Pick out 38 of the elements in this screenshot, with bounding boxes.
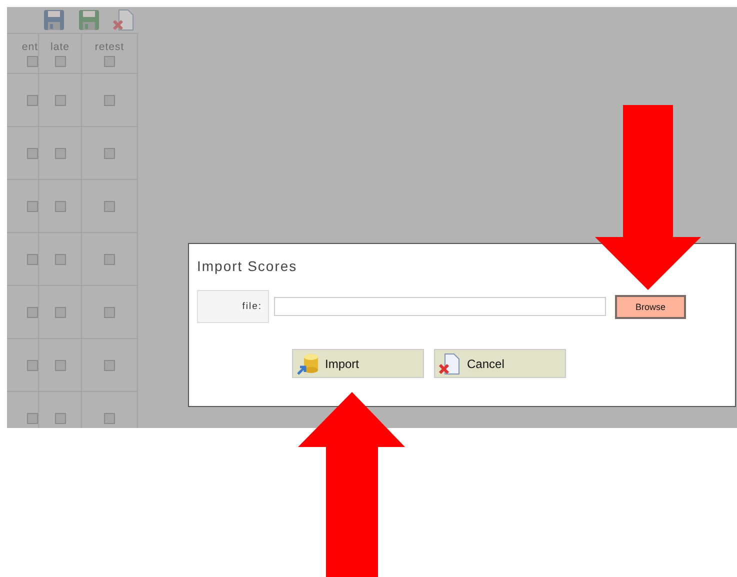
checkbox[interactable]	[27, 56, 38, 66]
checkbox[interactable]	[27, 360, 38, 370]
checkbox[interactable]	[27, 306, 38, 318]
checkbox[interactable]	[54, 148, 66, 158]
delete-document-icon	[439, 352, 461, 374]
checkbox[interactable]	[104, 254, 115, 264]
checkbox[interactable]	[104, 56, 115, 66]
file-input-field[interactable]	[274, 297, 606, 316]
database-import-icon	[297, 352, 319, 374]
checkbox[interactable]	[54, 254, 66, 264]
save-icon[interactable]	[78, 9, 100, 31]
checkbox[interactable]	[104, 200, 115, 212]
column-header: ent	[22, 40, 38, 52]
delete-document-icon[interactable]	[113, 9, 135, 31]
checkbox[interactable]	[54, 360, 66, 370]
column-header: retest	[94, 40, 124, 52]
checkbox[interactable]	[27, 94, 38, 106]
field-label: file:	[197, 290, 269, 323]
checkbox[interactable]	[27, 254, 38, 264]
checkbox[interactable]	[104, 148, 115, 158]
checkbox[interactable]	[54, 94, 66, 106]
checkbox[interactable]	[54, 56, 66, 66]
cancel-button[interactable]: Cancel	[434, 349, 566, 378]
checkbox[interactable]	[54, 412, 66, 424]
checkbox[interactable]	[27, 412, 38, 424]
checkbox[interactable]	[104, 360, 115, 370]
checkbox[interactable]	[54, 306, 66, 318]
browse-button[interactable]: Browse	[615, 294, 686, 318]
save-icon[interactable]	[43, 9, 65, 31]
checkbox[interactable]	[54, 200, 66, 212]
checkbox[interactable]	[104, 306, 115, 318]
import-button[interactable]: Import	[292, 349, 424, 378]
checkbox[interactable]	[27, 148, 38, 158]
column-header: late	[50, 40, 70, 52]
checkbox[interactable]	[27, 200, 38, 212]
checkbox[interactable]	[104, 412, 115, 424]
dialog-title: Import Scores	[197, 258, 298, 274]
checkbox[interactable]	[104, 94, 115, 106]
